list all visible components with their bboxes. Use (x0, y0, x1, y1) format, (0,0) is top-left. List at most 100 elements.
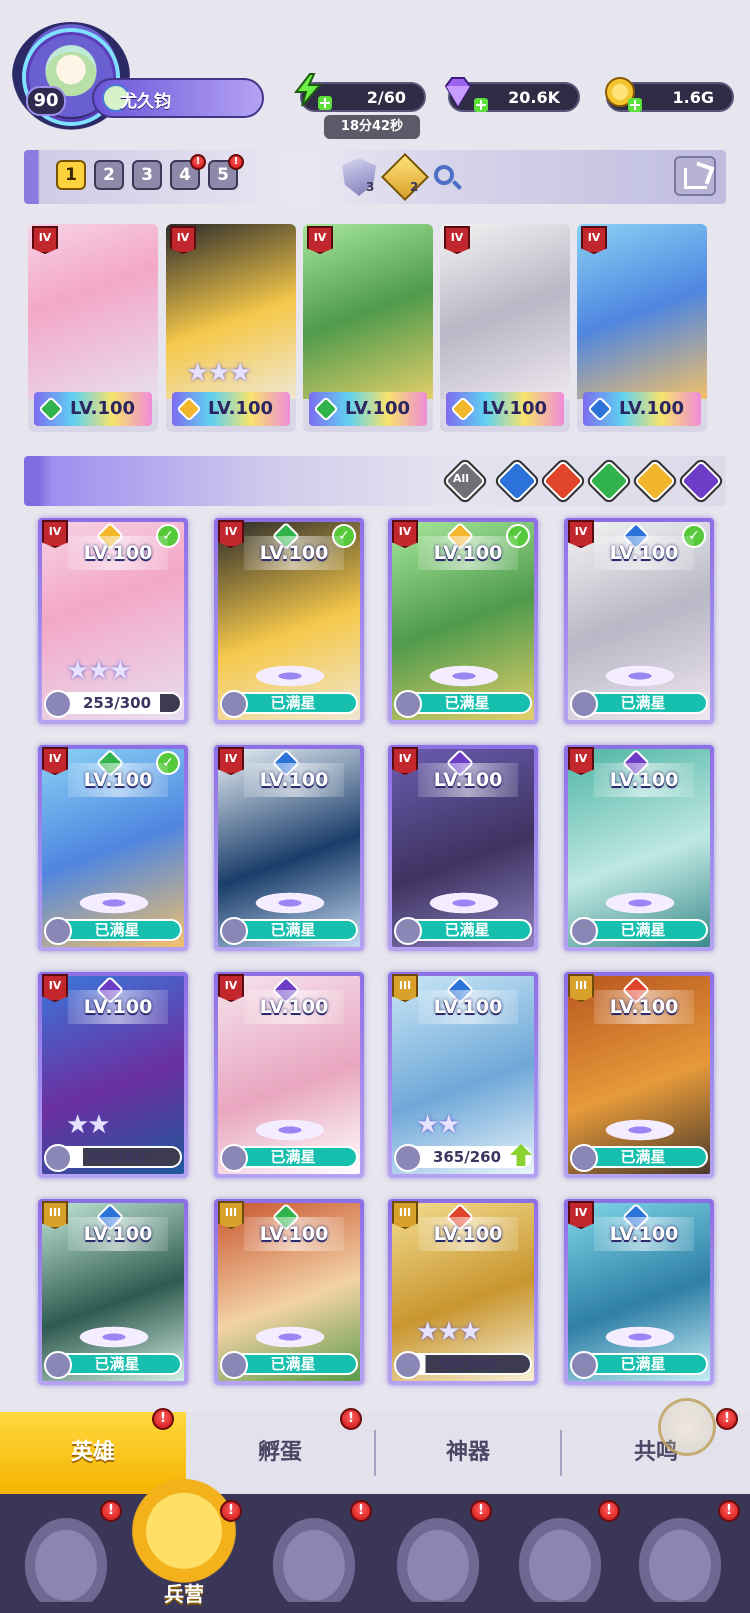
roster-hero-card[interactable]: IV LV.100 已满星 (564, 1199, 714, 1385)
energy-value: 2/60 (366, 88, 406, 107)
hero-level: LV.100 (244, 536, 344, 570)
team-hero-card[interactable]: IV LV.100 (28, 224, 158, 432)
rank-badge: IV (42, 520, 68, 548)
wings-icon (250, 891, 330, 915)
roster-hero-card[interactable]: IV LV.100 已满星 (214, 745, 364, 951)
wings-icon (600, 891, 680, 915)
nav-book-icon[interactable] (266, 1510, 362, 1602)
team-hero-card[interactable]: IV LV.100 (303, 224, 433, 432)
add-energy-icon[interactable] (318, 96, 332, 110)
star-rating: ★★★ (186, 358, 252, 388)
rank-badge: IV (307, 226, 333, 254)
rank-badge: IV (42, 974, 68, 1002)
gold-value: 1.6G (672, 88, 714, 107)
add-gold-icon[interactable] (628, 98, 642, 112)
hatch-alert-icon: ! (340, 1408, 362, 1430)
hero-level: LV.100 (418, 1217, 518, 1251)
hero-level: LV.100 (244, 990, 344, 1024)
roster-hero-card[interactable]: IV LV.100 已满星 (214, 972, 364, 1178)
add-gem-icon[interactable] (474, 98, 488, 112)
rank-badge: IV (568, 747, 594, 775)
hero-shard-icon (394, 1144, 422, 1172)
hero-shard-icon (220, 690, 248, 718)
roster-hero-card[interactable]: III LV.100 已满星 (214, 1199, 364, 1385)
rank-badge: IV (218, 520, 244, 548)
wings-icon (600, 1325, 680, 1349)
hero-level: LV.100 (68, 763, 168, 797)
nav-barracks-label: 兵营 (164, 1582, 204, 1606)
roster-hero-card[interactable]: IV LV.100 已满星 (564, 745, 714, 951)
hero-shard-icon (394, 1351, 422, 1379)
roster-hero-card[interactable]: IV✓LV.100已满星 (564, 518, 714, 724)
team-bar (24, 150, 726, 204)
roster-hero-card[interactable]: IV LV.100 ★★ 60/260 (38, 972, 188, 1178)
nav-castle-alert-icon: ! (470, 1500, 492, 1522)
player-name-bar[interactable]: 尤久钧 (92, 78, 264, 118)
star-rating: ★★★ (416, 1317, 482, 1347)
wings-icon (424, 891, 504, 915)
roster-hero-card[interactable]: III LV.100 ★★★ 50/300 (388, 1199, 538, 1385)
wings-icon (600, 664, 680, 688)
hero-shard-icon (220, 1351, 248, 1379)
nav-banner-alert-icon: ! (718, 1500, 740, 1522)
rank-badge: IV (42, 747, 68, 775)
rank-badge: III (42, 1201, 68, 1229)
hero-level: LV.100 (68, 1217, 168, 1251)
roster-hero-card[interactable]: IV✓LV.100已满星 (38, 745, 188, 951)
roster-hero-card[interactable]: IV✓LV.100已满星 (214, 518, 364, 724)
hero-level: LV.100 (418, 536, 518, 570)
hero-level: LV.100 (594, 763, 694, 797)
nav-cards-icon[interactable] (18, 1510, 114, 1602)
hero-level: LV.100 (594, 1217, 694, 1251)
hero-level: LV.100 (594, 536, 694, 570)
hero-level: LV.100 (68, 990, 168, 1024)
nav-guild-icon[interactable] (512, 1510, 608, 1602)
team-tab-1[interactable]: 1 (56, 160, 86, 190)
gem-icon (444, 77, 472, 108)
rank-badge: IV (32, 226, 58, 254)
team-5-alert-icon: ! (228, 154, 244, 170)
roster-hero-card[interactable]: IV✓LV.100★★★253/300 (38, 518, 188, 724)
team-tab-3[interactable]: 3 (132, 160, 162, 190)
nav-castle-icon[interactable] (390, 1510, 486, 1602)
hero-shard-icon (570, 917, 598, 945)
roster-hero-card[interactable]: III LV.100 ★★ 365/260 (388, 972, 538, 1178)
hero-shard-icon (44, 1351, 72, 1379)
shield-count: 3 (366, 180, 375, 194)
hero-shard-icon (570, 1144, 598, 1172)
wings-icon (250, 1325, 330, 1349)
rank-badge: IV (170, 226, 196, 254)
team-hero-card[interactable]: IV LV.100 (440, 224, 570, 432)
roster-hero-card[interactable]: IV LV.100 已满星 (388, 745, 538, 951)
search-icon[interactable] (434, 165, 454, 185)
player-name: 尤久钧 (120, 92, 171, 112)
resonance-alert-icon: ! (716, 1408, 738, 1430)
team-tab-2[interactable]: 2 (94, 160, 124, 190)
wings-icon (74, 1325, 154, 1349)
hero-level: LV.100 (418, 990, 518, 1024)
diamond-count: 2 (410, 180, 419, 194)
rank-badge: III (392, 974, 418, 1002)
rank-badge: IV (444, 226, 470, 254)
rank-badge: IV (392, 747, 418, 775)
floating-menu-button[interactable] (658, 1398, 716, 1456)
nav-barracks-alert-icon: ! (220, 1500, 242, 1522)
rank-badge: IV (568, 1201, 594, 1229)
nav-banner-icon[interactable] (632, 1510, 728, 1602)
roster-hero-card[interactable]: IV✓LV.100已满星 (388, 518, 538, 724)
hero-level: LV.100 (594, 990, 694, 1024)
hero-level: LV.100 (244, 1217, 344, 1251)
share-button[interactable] (674, 156, 716, 196)
team-hero-card[interactable]: IV LV.100 (577, 224, 707, 432)
roster-hero-card[interactable]: III LV.100 已满星 (564, 972, 714, 1178)
roster-hero-card[interactable]: III LV.100 已满星 (38, 1199, 188, 1385)
tab-artifacts[interactable]: 神器 (376, 1412, 560, 1494)
player-level: 90 (26, 86, 66, 116)
hero-shard-icon (44, 1144, 72, 1172)
rank-badge: IV (218, 747, 244, 775)
rank-badge: IV (218, 974, 244, 1002)
hero-shard-icon (394, 917, 422, 945)
team-hero-card[interactable]: IV LV.100 ★★★ (166, 224, 296, 432)
hero-shard-icon (220, 917, 248, 945)
wings-icon (424, 664, 504, 688)
